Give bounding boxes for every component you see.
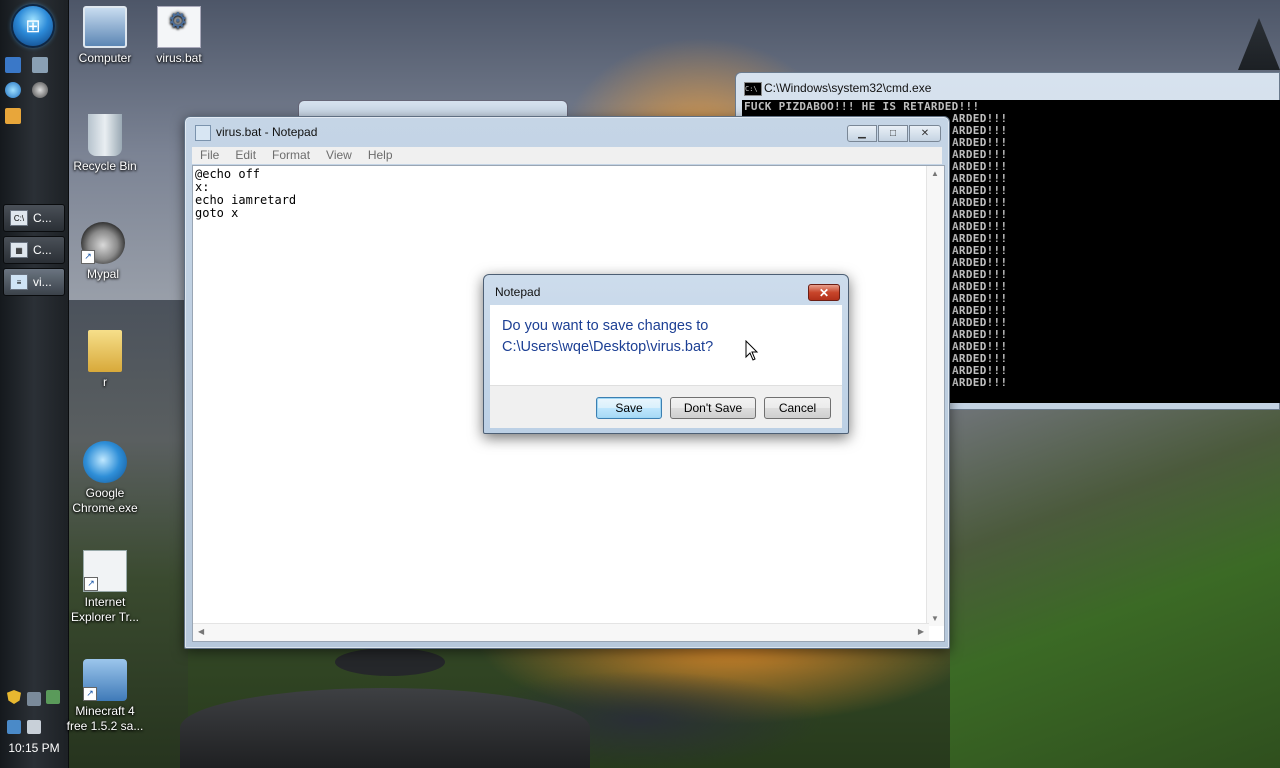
- cmd-icon: C:\: [744, 82, 762, 96]
- menu-help[interactable]: Help: [360, 147, 401, 164]
- network-status-icon[interactable]: [46, 690, 60, 704]
- mypal-icon[interactable]: [32, 82, 48, 98]
- vertical-scrollbar[interactable]: ▲ ▼: [926, 166, 944, 626]
- dialog-message-line1: Do you want to save changes to: [502, 318, 709, 334]
- shortcut-document-icon: ↗: [83, 550, 127, 592]
- dialog-footer: Save Don't Save Cancel: [490, 385, 842, 428]
- desktop-icon-mypal[interactable]: ↗ Mypal: [63, 222, 143, 282]
- scroll-up-icon[interactable]: ▲: [931, 169, 939, 178]
- network-monitor-icon[interactable]: [7, 720, 21, 734]
- shortcut-arrow-icon: ↗: [81, 250, 95, 264]
- clock[interactable]: 10:15 PM: [0, 741, 68, 755]
- dialog-content: Do you want to save changes to C:\Users\…: [490, 305, 842, 385]
- cancel-button[interactable]: Cancel: [764, 397, 831, 419]
- cmd-output-line: ARDED!!!: [952, 376, 1008, 389]
- computer-icon: [83, 6, 127, 48]
- menu-file[interactable]: File: [192, 147, 227, 164]
- volume-muted-icon[interactable]: [27, 720, 41, 734]
- menu-bar: File Edit Format View Help: [192, 147, 942, 164]
- menu-format[interactable]: Format: [264, 147, 318, 164]
- shortcut-arrow-icon: ↗: [84, 577, 98, 591]
- wallpaper-rock: [335, 648, 445, 676]
- mouse-cursor-icon: [745, 340, 759, 361]
- horizontal-scrollbar[interactable]: ◀ ▶: [193, 623, 929, 641]
- network-computers-icon: ↗: [83, 659, 127, 701]
- menu-edit[interactable]: Edit: [227, 147, 264, 164]
- shortcut-arrow-icon: ↗: [83, 687, 97, 701]
- editor-content[interactable]: @echo off x: echo iamretard goto x: [195, 168, 296, 220]
- wallpaper-tree: [1238, 18, 1280, 70]
- security-shield-icon[interactable]: [7, 690, 21, 704]
- task-button-calculator[interactable]: ▦ C...: [3, 236, 65, 264]
- notepad-icon: [195, 125, 211, 141]
- close-button[interactable]: ✕: [909, 125, 941, 142]
- network-plug-icon[interactable]: [27, 692, 41, 706]
- dialog-message-line2: C:\Users\wqe\Desktop\virus.bat?: [502, 339, 714, 355]
- internet-explorer-icon[interactable]: [5, 82, 21, 98]
- task-button-notepad[interactable]: ≡ vi...: [3, 268, 65, 296]
- show-desktop-icon[interactable]: [5, 57, 21, 73]
- scroll-down-icon[interactable]: ▼: [931, 614, 939, 623]
- scroll-right-icon[interactable]: ▶: [918, 627, 924, 636]
- switch-windows-icon[interactable]: [32, 57, 48, 73]
- cmd-repeated-lines: ARDED!!! ARDED!!! ARDED!!! ARDED!!! ARDED!!!…: [952, 113, 1007, 389]
- minimize-button[interactable]: ▁: [847, 125, 877, 142]
- desktop-icon-r[interactable]: r: [65, 330, 145, 390]
- menu-view[interactable]: View: [318, 147, 360, 164]
- cmd-title: C:\Windows\system32\cmd.exe: [764, 81, 932, 95]
- taskbar: ⊞ C:\ C... ▦ C... ≡ vi... 10:15 PM: [0, 0, 69, 768]
- maximize-button[interactable]: □: [878, 125, 908, 142]
- desktop-icon-recycle-bin[interactable]: Recycle Bin: [65, 114, 145, 174]
- dialog-title: Notepad: [495, 285, 541, 299]
- cmd-first-line: FUCK PIZDABOO!!! HE IS RETARDED!!!: [744, 100, 980, 113]
- desktop-icon-minecraft[interactable]: ↗ Minecraft 4 free 1.5.2 sa...: [65, 659, 145, 734]
- desktop-icon-google-chrome[interactable]: Google Chrome.exe: [65, 441, 145, 516]
- save-button[interactable]: Save: [596, 397, 662, 419]
- mypal-raccoon-icon: ↗: [81, 222, 125, 264]
- media-player-icon[interactable]: [5, 108, 21, 124]
- notepad-icon: ≡: [10, 274, 28, 290]
- desktop-icon-virus-bat[interactable]: virus.bat: [139, 6, 219, 66]
- wallpaper-boulder: [180, 688, 590, 768]
- close-icon: ✕: [818, 285, 830, 300]
- windows-orb-icon[interactable]: ⊞: [13, 6, 53, 46]
- folder-icon: [88, 330, 122, 372]
- batch-file-icon: [157, 6, 201, 48]
- dialog-close-button[interactable]: ✕: [808, 284, 840, 301]
- desktop-icon-internet-explorer[interactable]: ↗ Internet Explorer Tr...: [65, 550, 145, 625]
- internet-explorer-icon: [83, 441, 127, 483]
- dont-save-button[interactable]: Don't Save: [670, 397, 756, 419]
- save-dialog[interactable]: Notepad ✕ Do you want to save changes to…: [483, 274, 849, 434]
- calculator-icon: ▦: [10, 242, 28, 258]
- recycle-bin-icon: [88, 114, 122, 156]
- cmd-icon: C:\: [10, 210, 28, 226]
- scroll-left-icon[interactable]: ◀: [198, 627, 204, 636]
- dialog-message: Do you want to save changes to C:\Users\…: [502, 316, 713, 358]
- task-button-cmd[interactable]: C:\ C...: [3, 204, 65, 232]
- desktop-icon-computer[interactable]: Computer: [65, 6, 145, 66]
- window-title: virus.bat - Notepad: [216, 125, 318, 139]
- wallpaper-meadow: [950, 410, 1280, 768]
